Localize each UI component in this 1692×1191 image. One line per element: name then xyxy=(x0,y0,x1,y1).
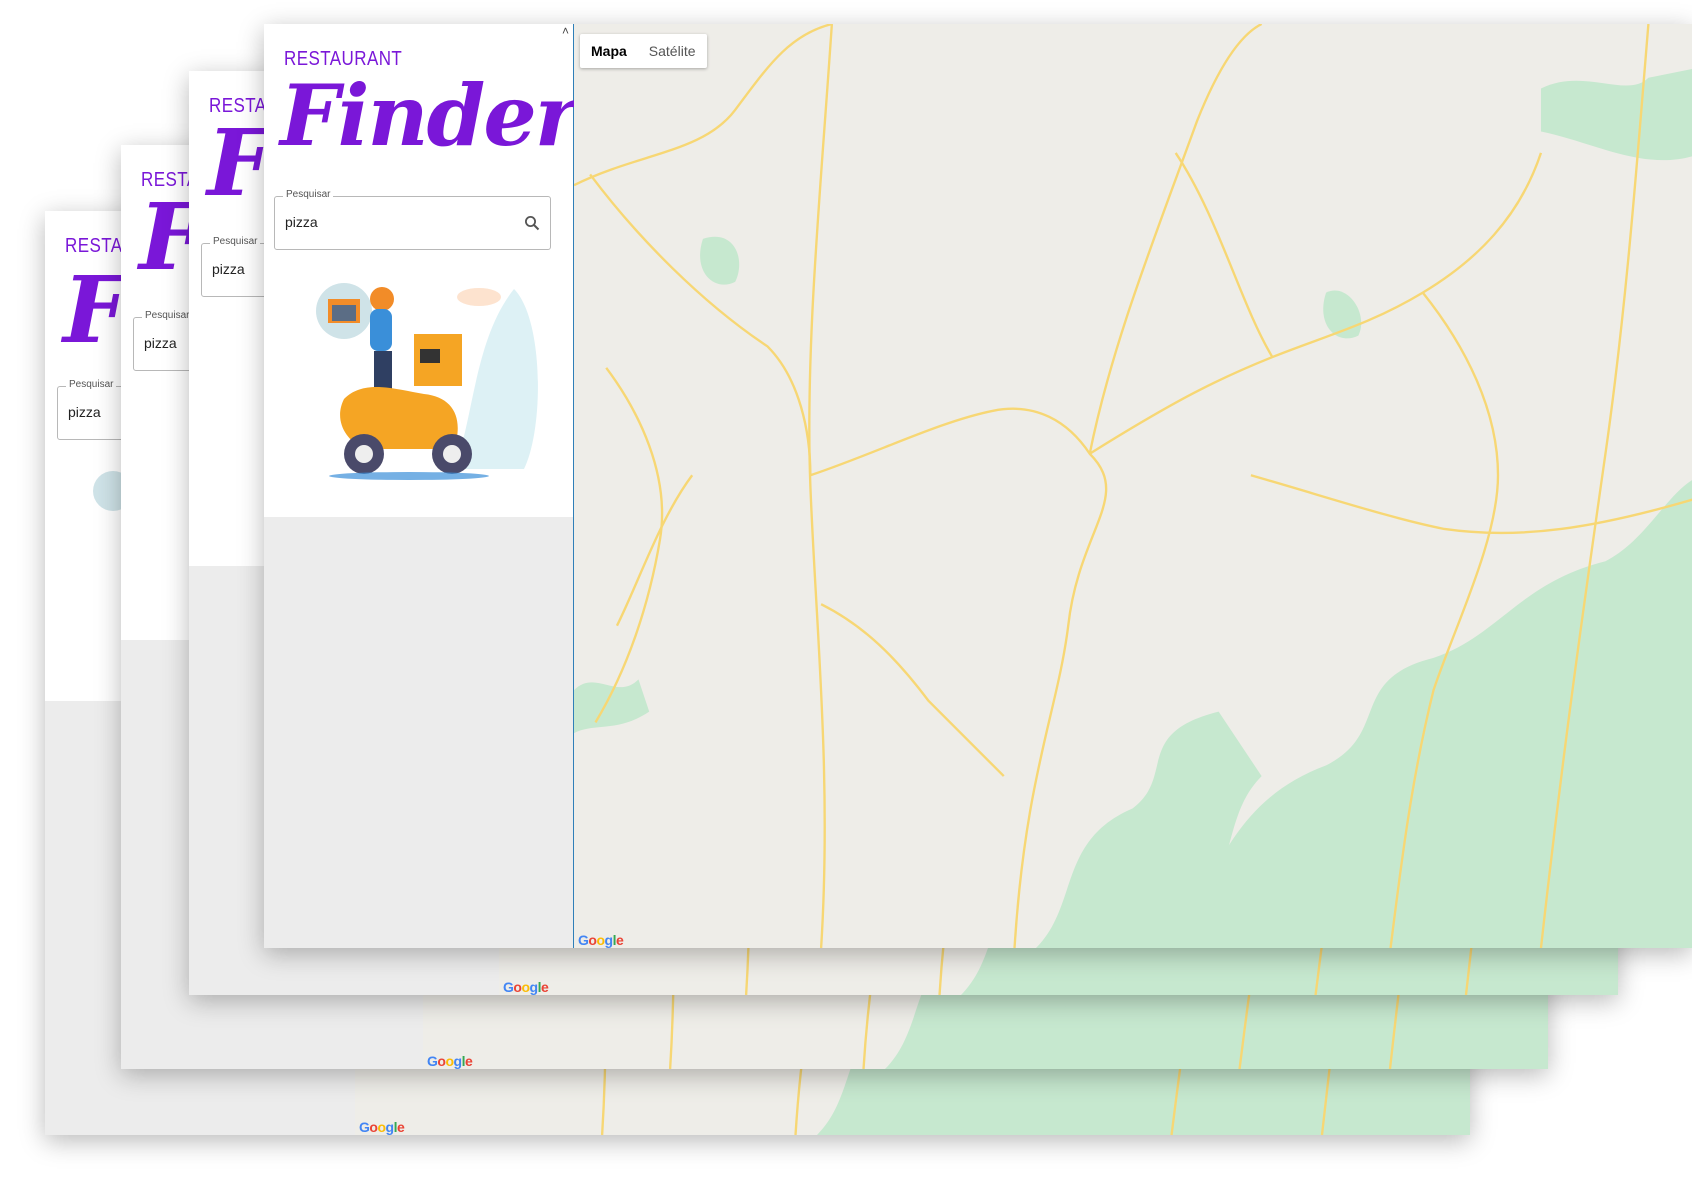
map-canvas[interactable] xyxy=(574,24,1692,948)
search-value[interactable]: pizza xyxy=(212,261,245,277)
google-logo: Google xyxy=(578,932,624,948)
scroll-up-arrow[interactable]: ˄ xyxy=(562,24,569,38)
search-value[interactable]: pizza xyxy=(68,404,101,420)
brand-logo-text: Finder xyxy=(280,66,579,165)
search-icon[interactable] xyxy=(524,215,540,231)
google-logo: Google xyxy=(427,1053,473,1069)
sidebar-top: RESTAURANT Finder ˄ Pesquisar pizza xyxy=(264,24,579,517)
delivery-illustration xyxy=(316,283,538,480)
search-label: Pesquisar xyxy=(66,379,117,390)
brand-logo-text: F xyxy=(207,109,273,217)
map-area[interactable]: Mapa Satélite Google xyxy=(574,24,1692,948)
tab-satellite[interactable]: Satélite xyxy=(638,34,707,68)
app-window: RESTAURANT Finder ˄ Pesquisar pizza Mapa… xyxy=(264,24,1692,948)
search-label: Pesquisar xyxy=(283,189,334,200)
search-field[interactable]: Pesquisar pizza xyxy=(274,189,551,250)
search-input[interactable]: pizza xyxy=(285,214,318,230)
sidebar-panel: RESTAURANT Finder ˄ Pesquisar pizza xyxy=(264,24,579,948)
tab-map[interactable]: Mapa xyxy=(580,34,638,68)
google-logo: Google xyxy=(503,979,549,995)
search-label: Pesquisar xyxy=(210,236,261,247)
map-type-toggle[interactable]: Mapa Satélite xyxy=(580,34,707,68)
brand-logo-text: F xyxy=(63,256,129,364)
search-value[interactable]: pizza xyxy=(144,335,177,351)
google-logo: Google xyxy=(359,1119,405,1135)
search-label: Pesquisar xyxy=(142,310,193,321)
